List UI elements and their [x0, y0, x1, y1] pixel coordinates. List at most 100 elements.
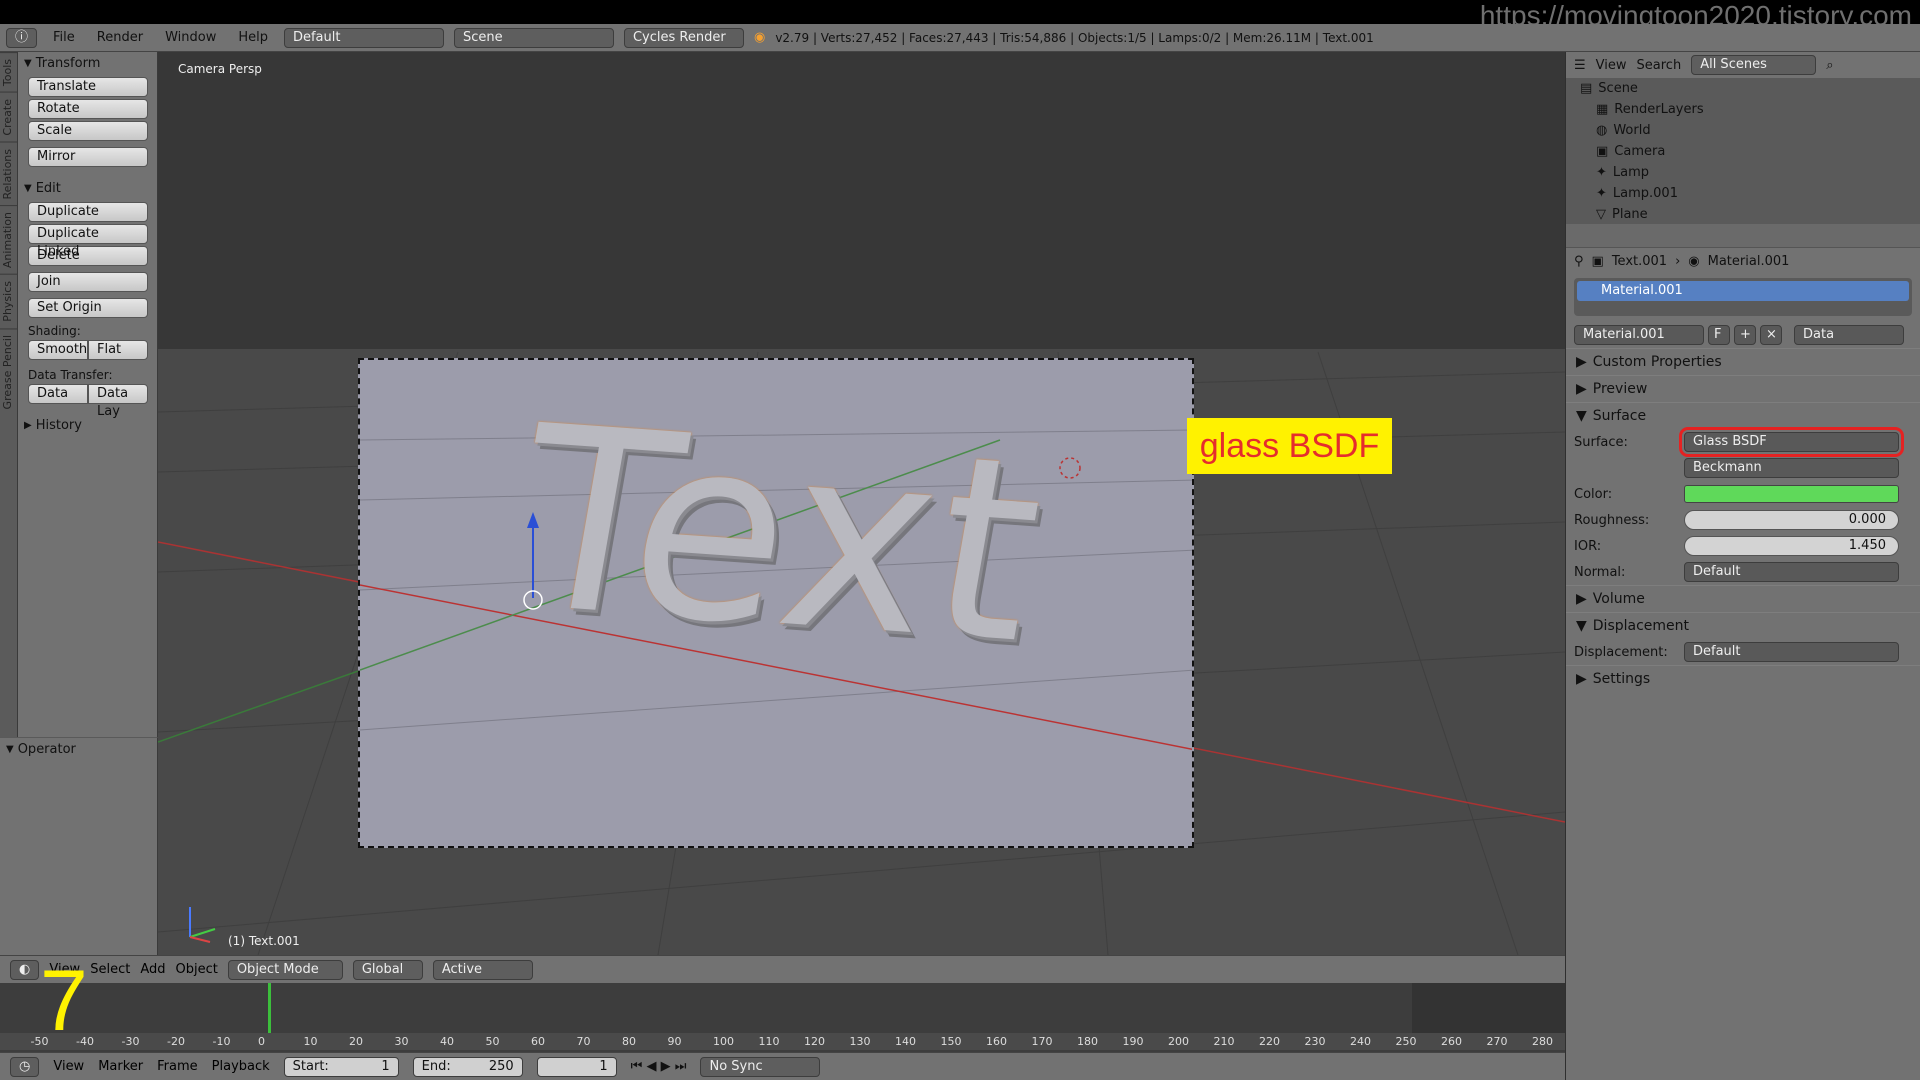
panel-surface[interactable]: ▼ Surface [1566, 402, 1920, 429]
displacement-select[interactable]: Default [1684, 642, 1899, 662]
3d-cursor[interactable] [1059, 457, 1081, 479]
rotate-button[interactable]: Rotate [28, 99, 148, 119]
ior-row: IOR: 1.450 [1566, 533, 1920, 559]
material-datablock-row: Material.001 F + × Data [1566, 322, 1920, 348]
panel-volume[interactable]: ▶ Volume [1566, 585, 1920, 612]
distribution-select[interactable]: Beckmann [1684, 458, 1899, 478]
outliner-row-plane[interactable]: ▽ Plane [1566, 204, 1920, 225]
frame-tick-label: 20 [349, 1035, 363, 1048]
data-layout-button[interactable]: Data Lay [88, 384, 148, 419]
frame-tick-label: 270 [1486, 1035, 1508, 1048]
flat-button[interactable]: Flat [88, 340, 148, 360]
menu-select[interactable]: Select [90, 962, 130, 977]
panel-transform-header[interactable]: ▼ Transform [18, 52, 157, 75]
set-origin-dropdown[interactable]: Set Origin [28, 298, 148, 318]
start-frame-field[interactable]: Start: 1 [283, 1056, 399, 1077]
outliner-row-lamp001[interactable]: ✦ Lamp.001 [1566, 183, 1920, 204]
panel-custom-properties[interactable]: ▶ Custom Properties [1566, 348, 1920, 375]
3d-viewport[interactable]: Text Camera Persp (1) Text.001 [158, 52, 1565, 955]
search-icon[interactable]: ⌕ [1826, 58, 1833, 73]
tab-grease-pencil[interactable]: Grease Pencil [0, 327, 17, 416]
menu-render[interactable]: Render [91, 30, 149, 45]
pin-icon[interactable]: ⚲ [1574, 254, 1584, 269]
editor-type-3d[interactable]: ◐ [10, 959, 40, 980]
fake-user-button[interactable]: F [1708, 325, 1730, 345]
tab-create[interactable]: Create [0, 92, 17, 142]
sync-select[interactable]: No Sync [700, 1056, 821, 1077]
outliner-row-lamp[interactable]: ✦ Lamp [1566, 162, 1920, 183]
outliner-header: ☰ View Search All Scenes ⌕ [1566, 52, 1920, 78]
ior-label: IOR: [1574, 538, 1602, 554]
tab-animation[interactable]: Animation [0, 205, 17, 275]
duplicate-button[interactable]: Duplicate [28, 202, 148, 222]
end-frame-field[interactable]: End: 250 [412, 1056, 523, 1077]
object-icon: ▣ [1591, 253, 1604, 269]
tab-physics[interactable]: Physics [0, 274, 17, 328]
menu-view-timeline[interactable]: View [53, 1059, 84, 1074]
menu-marker[interactable]: Marker [98, 1059, 143, 1074]
layout-select[interactable]: Default [283, 27, 444, 48]
editor-type-timeline[interactable]: ◷ [10, 1056, 40, 1077]
current-frame-marker[interactable] [268, 983, 271, 1035]
link-select[interactable]: Data [1794, 325, 1904, 345]
editor-type-info[interactable]: ⓘ [6, 27, 38, 48]
editor-type-outliner[interactable]: ☰ [1574, 58, 1586, 73]
frame-tick-label: 220 [1259, 1035, 1280, 1048]
render-engine-select[interactable]: Cycles Render [623, 27, 744, 48]
menu-frame[interactable]: Frame [157, 1059, 198, 1074]
add-material-icon[interactable]: + [1734, 325, 1756, 345]
outliner-view-menu[interactable]: View [1596, 58, 1627, 73]
delete-button[interactable]: Delete [28, 246, 148, 266]
mode-select[interactable]: Object Mode [227, 959, 343, 980]
tab-relations[interactable]: Relations [0, 141, 17, 206]
material-datablock-field[interactable]: Material.001 [1574, 325, 1704, 345]
transform-orientation-select[interactable]: Global [352, 959, 423, 980]
menu-playback[interactable]: Playback [212, 1059, 270, 1074]
pivot-select[interactable]: Active [432, 959, 533, 980]
panel-edit-header[interactable]: ▼ Edit [18, 177, 157, 200]
scale-button[interactable]: Scale [28, 121, 148, 141]
outliner-filter-select[interactable]: All Scenes [1691, 55, 1817, 75]
duplicate-linked-button[interactable]: Duplicate Linked [28, 224, 148, 259]
data-button[interactable]: Data [28, 384, 88, 404]
chevron-right-icon: › [1675, 253, 1681, 269]
normal-select[interactable]: Default [1684, 562, 1899, 582]
menu-window[interactable]: Window [159, 30, 222, 45]
tab-tools[interactable]: Tools [0, 52, 17, 93]
panel-settings[interactable]: ▶ Settings [1566, 665, 1920, 692]
outliner-row-scene[interactable]: ▤ Scene [1566, 78, 1920, 99]
close-icon[interactable]: × [1760, 325, 1782, 345]
end-range-shade [1412, 983, 1565, 1035]
frame-tick-label: 80 [622, 1035, 636, 1048]
material-icon: ◉ [1688, 253, 1700, 269]
surface-shader-select[interactable]: Glass BSDF [1679, 427, 1904, 457]
outliner-search-menu[interactable]: Search [1637, 58, 1682, 73]
frame-tick-label: 50 [485, 1035, 500, 1048]
properties-context-tabs[interactable] [1566, 224, 1920, 248]
mirror-button[interactable]: Mirror [28, 147, 148, 167]
menu-object[interactable]: Object [175, 962, 217, 977]
frame-tick-label: 230 [1304, 1035, 1326, 1048]
scene-select[interactable]: Scene [453, 27, 614, 48]
smooth-button[interactable]: Smooth [28, 340, 88, 360]
outliner-row-renderlayers[interactable]: ▦ RenderLayers [1566, 99, 1920, 120]
menu-add[interactable]: Add [140, 962, 165, 977]
current-frame-field[interactable]: 1 [536, 1056, 617, 1077]
menu-help[interactable]: Help [232, 30, 274, 45]
translate-button[interactable]: Translate [28, 77, 148, 97]
ior-slider[interactable]: 1.450 [1684, 536, 1899, 556]
panel-displacement[interactable]: ▼ Displacement [1566, 612, 1920, 639]
panel-operator-header[interactable]: ▼ Operator [0, 738, 157, 761]
3d-text-object[interactable]: Text [497, 372, 1064, 699]
playback-controls-icon[interactable]: ⏮ ◀ ▶ ⏭ [631, 1059, 687, 1074]
panel-history-header[interactable]: ▶ History [18, 414, 157, 437]
menu-file[interactable]: File [47, 30, 81, 45]
join-button[interactable]: Join [28, 272, 148, 292]
material-slot-item[interactable]: Material.001 [1577, 281, 1909, 301]
outliner-row-world[interactable]: ◍ World [1566, 120, 1920, 141]
panel-preview[interactable]: ▶ Preview [1566, 375, 1920, 402]
frame-tick-label: -20 [167, 1035, 185, 1048]
outliner-row-camera[interactable]: ▣ Camera [1566, 141, 1920, 162]
color-swatch[interactable] [1684, 485, 1899, 503]
roughness-slider[interactable]: 0.000 [1684, 510, 1899, 530]
